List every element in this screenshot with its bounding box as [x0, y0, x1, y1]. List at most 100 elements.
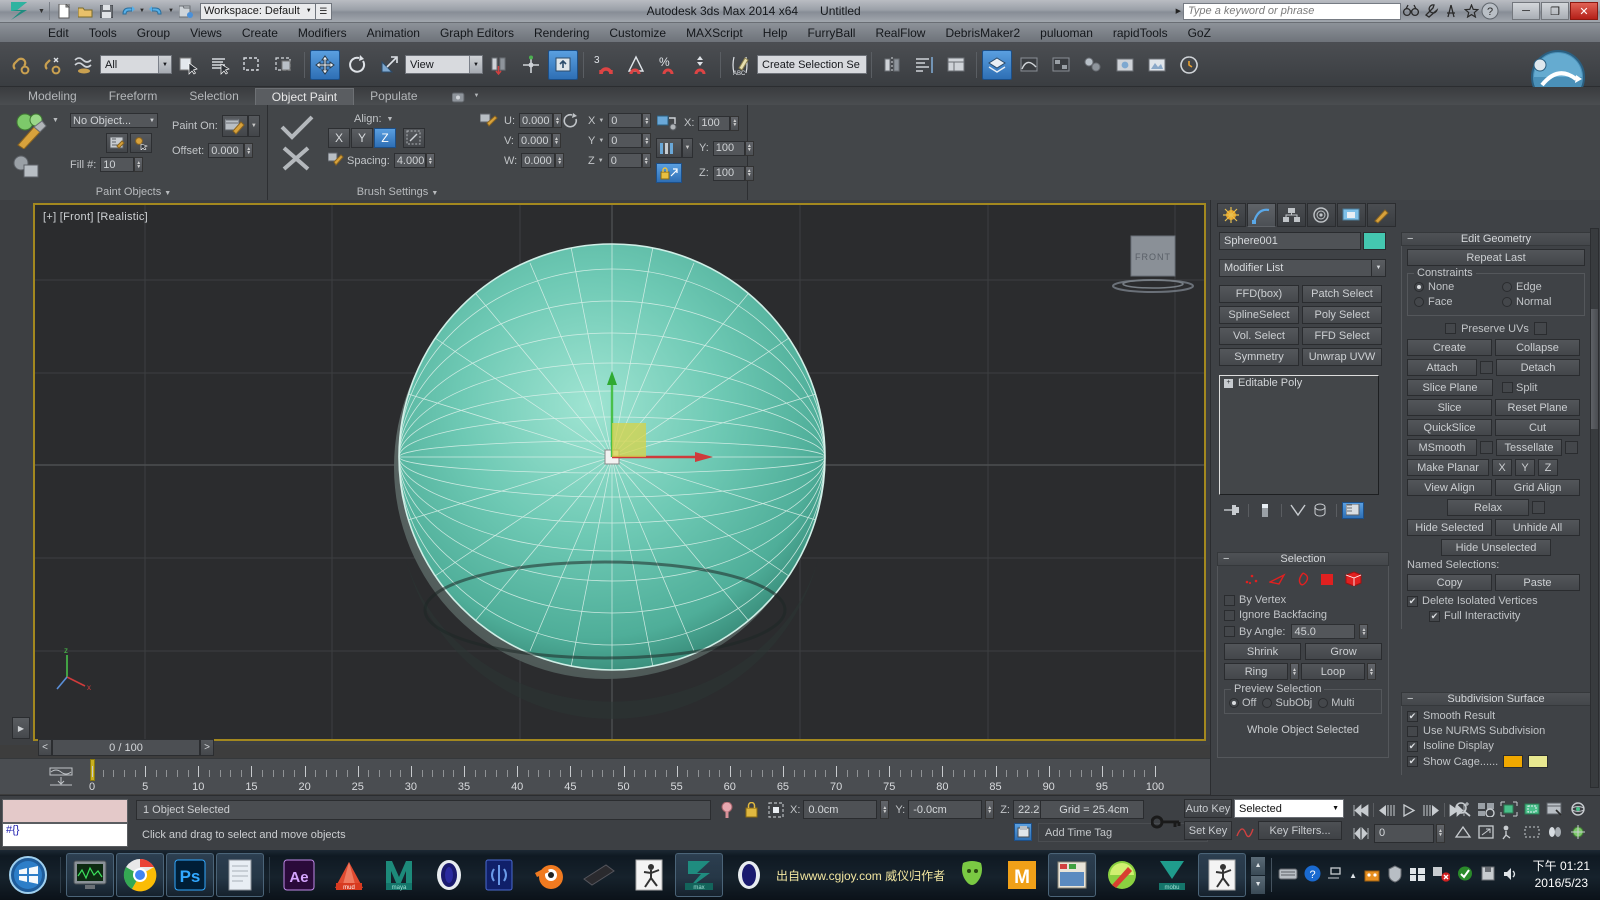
command-panel-scrollbar[interactable]: [1590, 228, 1599, 788]
keyboard-icon[interactable]: [1278, 867, 1298, 884]
remove-modifier-icon[interactable]: [1309, 502, 1331, 519]
show-end-result-icon[interactable]: [1254, 502, 1276, 519]
collapse-icon-subdivision[interactable]: −: [1407, 693, 1413, 705]
radio-constraint-edge[interactable]: [1502, 282, 1512, 292]
constraint-none[interactable]: None: [1414, 281, 1484, 293]
ribbon-tab-freeform[interactable]: Freeform: [93, 88, 174, 105]
radio-constraint-normal[interactable]: [1502, 297, 1512, 307]
menu-item-help[interactable]: Help: [753, 23, 798, 43]
radio-constraint-face[interactable]: [1414, 297, 1424, 307]
frame-readout[interactable]: 0 / 100: [52, 739, 200, 756]
object-selector-dropdown[interactable]: No Object... ▼: [70, 113, 158, 128]
eg-button-view-align[interactable]: View Align: [1407, 479, 1492, 496]
coord-spinner-0[interactable]: ▲ ▼: [880, 800, 890, 819]
xform-icon[interactable]: [1567, 821, 1589, 843]
render-setup-icon[interactable]: [1110, 50, 1140, 80]
blender-icon[interactable]: [525, 853, 573, 897]
align-normal-icon[interactable]: [403, 128, 425, 148]
percent-snap-icon[interactable]: %: [653, 50, 683, 80]
modifier-button-splineselect[interactable]: SplineSelect: [1219, 306, 1299, 324]
ribbon-options-arrow[interactable]: ▼: [474, 93, 480, 99]
menu-item-goz[interactable]: GoZ: [1178, 23, 1221, 43]
eg-button-slice[interactable]: Slice: [1407, 399, 1492, 416]
make-unique-icon[interactable]: [1287, 502, 1309, 519]
loop-spinner[interactable]: ▲ ▼: [1367, 663, 1376, 680]
modifier-button-patch-select[interactable]: Patch Select: [1302, 285, 1382, 303]
rot-dropdown-2[interactable]: ▼: [598, 158, 604, 164]
edit-paint-list-icon[interactable]: [106, 133, 128, 153]
confirm-paint-icon[interactable]: [278, 113, 316, 146]
menu-item-maxscript[interactable]: MAXScript: [676, 23, 753, 43]
action-center-icon[interactable]: [1432, 865, 1451, 885]
zoom-all-icon[interactable]: [1475, 798, 1497, 820]
undo-dropdown-arrow[interactable]: ▼: [138, 8, 146, 14]
display-tab-icon[interactable]: [1337, 203, 1366, 227]
offset-input[interactable]: 0.000: [208, 143, 245, 158]
scale-y-spinner[interactable]: ▲ ▼: [744, 140, 754, 156]
grow-button[interactable]: Grow: [1305, 643, 1382, 660]
field-of-view-icon[interactable]: [1452, 821, 1474, 843]
time-tag-icon[interactable]: [1014, 823, 1032, 841]
viewport-layout-toggle[interactable]: ▶: [12, 717, 30, 739]
pick-object-icon[interactable]: [130, 133, 152, 153]
scale-uniform-icon[interactable]: [656, 113, 678, 133]
eg-button-cut[interactable]: Cut: [1495, 419, 1580, 436]
stack-item-editable-poly[interactable]: + Editable Poly: [1220, 376, 1378, 390]
pan-icon[interactable]: [1544, 798, 1566, 820]
maximize-viewport-icon[interactable]: [1475, 821, 1497, 843]
preview-option-multi[interactable]: Multi: [1318, 697, 1354, 709]
taskbar-clock[interactable]: 下午 01:21 2016/5/23: [1533, 858, 1600, 892]
constraint-normal[interactable]: Normal: [1502, 296, 1572, 308]
eg-button-hide-unselected[interactable]: Hide Unselected: [1441, 539, 1551, 556]
toggle-scene-explorer-icon[interactable]: [941, 50, 971, 80]
menu-item-rendering[interactable]: Rendering: [524, 23, 599, 43]
wrench-icon[interactable]: [1421, 2, 1441, 21]
redo-dropdown-arrow[interactable]: ▼: [167, 8, 175, 14]
binoculars-icon[interactable]: [1401, 2, 1421, 21]
layer-manager-icon[interactable]: [982, 49, 1012, 80]
create-tab-icon[interactable]: [1217, 203, 1246, 227]
curve-editor-icon[interactable]: [1014, 50, 1044, 80]
relax-settings-icon[interactable]: [1532, 501, 1545, 514]
selection-filter-dropdown[interactable]: All ▼: [100, 55, 172, 74]
modifier-button-ffd-select[interactable]: FFD Select: [1302, 327, 1382, 345]
after-effects-icon[interactable]: Ae: [275, 853, 323, 897]
windows-start-icon[interactable]: [1, 853, 55, 897]
select-and-scale-icon[interactable]: [374, 50, 404, 80]
menu-item-modifiers[interactable]: Modifiers: [288, 23, 357, 43]
checkbox-by-vertex[interactable]: [1224, 594, 1235, 606]
checkbox-ignore-backfacing[interactable]: [1224, 609, 1235, 621]
uvw-spinner-2[interactable]: ▲ ▼: [555, 153, 565, 168]
window-crossing-icon[interactable]: [269, 50, 299, 80]
eg-button-hide-selected[interactable]: Hide Selected: [1407, 519, 1492, 536]
collapse-icon-edit-geometry[interactable]: −: [1407, 233, 1413, 245]
eg-button-slice-plane[interactable]: Slice Plane: [1407, 379, 1493, 396]
preserve-uvs-settings-icon[interactable]: [1533, 322, 1547, 335]
polygon-icon[interactable]: [1320, 572, 1335, 589]
rot-spinner-0[interactable]: ▲ ▼: [642, 113, 652, 128]
motion-tab-icon[interactable]: [1307, 203, 1336, 227]
sync-icon[interactable]: [1456, 865, 1474, 885]
menu-item-tools[interactable]: Tools: [79, 23, 127, 43]
select-and-rotate-icon[interactable]: [342, 50, 372, 80]
absolute-relative-mode-icon[interactable]: [766, 801, 786, 819]
zbrush-icon[interactable]: [948, 853, 996, 897]
fill-count-input[interactable]: 10: [100, 157, 135, 172]
cage-color-swatch-0[interactable]: [1503, 755, 1524, 768]
scale-z-input[interactable]: 100: [712, 165, 745, 181]
fill-count-spinner[interactable]: ▲ ▼: [134, 157, 144, 172]
eg-button-relax[interactable]: Relax: [1447, 499, 1529, 516]
select-by-name-icon[interactable]: [205, 50, 235, 80]
menu-item-rapidtools[interactable]: rapidTools: [1103, 23, 1178, 43]
align-axis-z-button[interactable]: Z: [374, 128, 396, 148]
star-icon[interactable]: [1461, 2, 1481, 21]
save-file-icon[interactable]: [97, 2, 116, 21]
eg-button-detach[interactable]: Detach: [1496, 359, 1580, 376]
edge-icon[interactable]: [1267, 572, 1286, 589]
current-frame-input[interactable]: 0: [1374, 823, 1434, 843]
radio-multi[interactable]: [1318, 698, 1329, 708]
set-key-button[interactable]: Set Key: [1184, 821, 1232, 840]
bind-space-warp-icon[interactable]: [69, 50, 99, 80]
eg-button-tessellate[interactable]: Tessellate: [1496, 439, 1562, 456]
coord-input-y[interactable]: -0.0cm: [908, 800, 983, 819]
